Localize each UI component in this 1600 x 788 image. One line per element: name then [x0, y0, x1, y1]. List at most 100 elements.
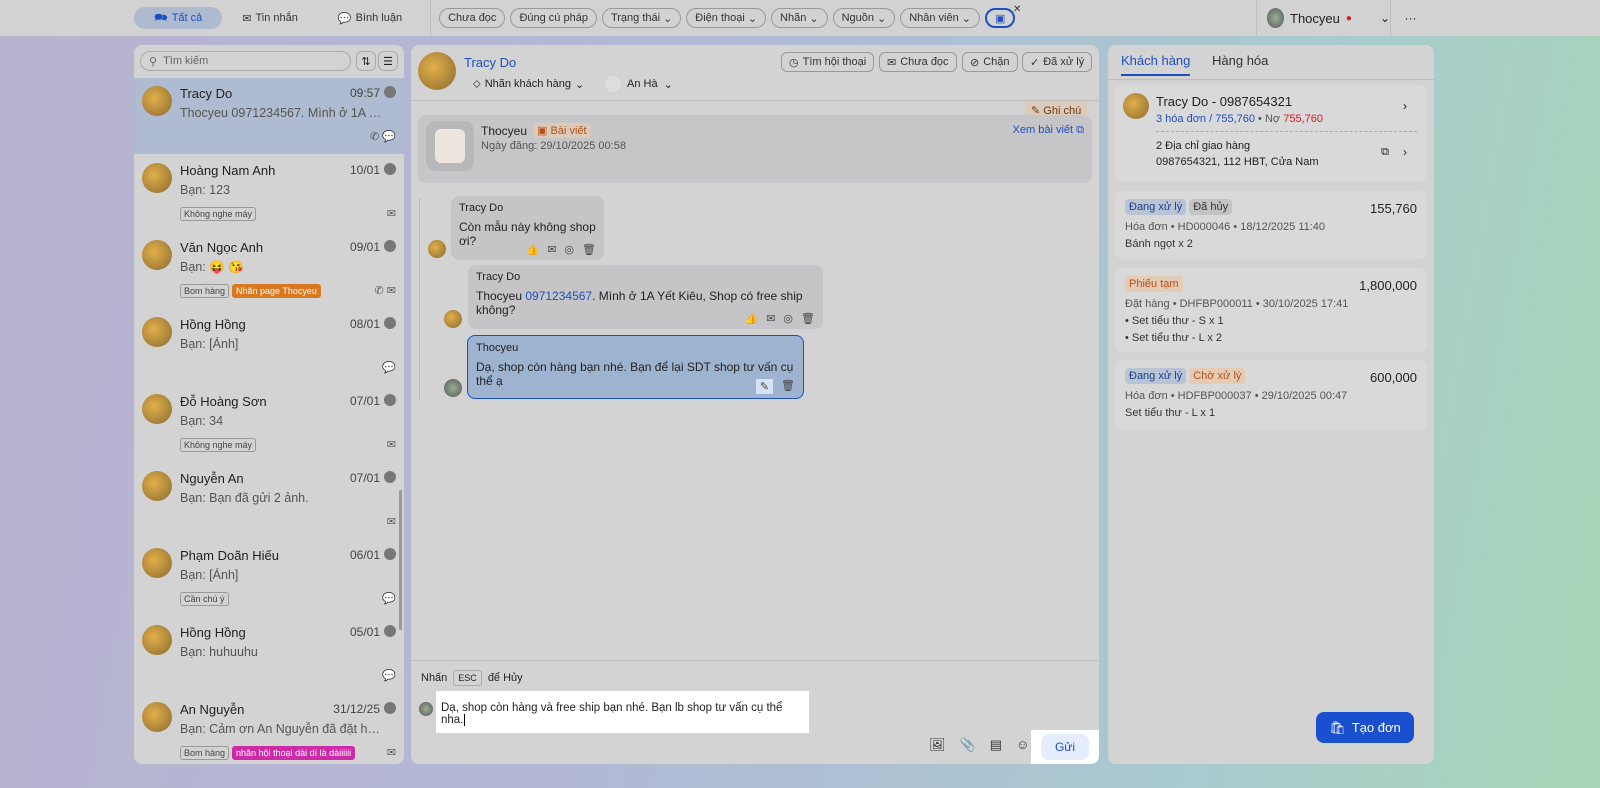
- conversation-item[interactable]: Phạm Doãn Hiếu 06/01 Bạn: [Ảnh] Cần chú …: [134, 540, 404, 616]
- tab-messages[interactable]: ✉ Tin nhắn: [222, 7, 318, 29]
- chevron-down-icon: ⌄: [574, 79, 585, 91]
- template-icon[interactable]: ▤: [990, 737, 1002, 753]
- mail-icon[interactable]: ✉: [547, 243, 556, 256]
- scrollbar[interactable]: [399, 490, 402, 630]
- avatar: [142, 163, 172, 193]
- image-icon[interactable]: 🖼: [929, 737, 946, 753]
- edit-icon[interactable]: ✎: [755, 379, 774, 394]
- copy-icon[interactable]: ⧉: [1381, 146, 1389, 159]
- channel-icon: ✆ 💬: [370, 131, 396, 143]
- conversation-item[interactable]: An Nguyễn 31/12/25 Bạn: Cảm ơn An Nguyễn…: [134, 694, 404, 764]
- calendar-icon: ▣: [994, 12, 1006, 25]
- divider: [411, 660, 1099, 661]
- filter-label[interactable]: Nhãn ⌄: [771, 8, 828, 28]
- assignee-select[interactable]: An Hà ⌄: [605, 76, 673, 92]
- edit-hint: Nhấn ESC để Hủy: [421, 670, 523, 686]
- order-card[interactable]: Đang xử lý Đã hủy 155,760 Hóa đơn • HD000…: [1115, 191, 1427, 259]
- chat-contact-name[interactable]: Tracy Do: [464, 55, 516, 70]
- conversation-item[interactable]: Văn Ngọc Anh 09/01 Bạn: 😝 😘 Bom hàng Nhãn…: [134, 232, 404, 308]
- mark-unread-button[interactable]: ✉ Chưa đọc: [879, 52, 957, 72]
- post-type-badge: ▣ Bài viết: [533, 123, 591, 138]
- search-conversation-button[interactable]: ◷ Tìm hội thoại: [781, 52, 875, 72]
- emoji-icon[interactable]: ☺: [1016, 737, 1029, 753]
- chevron-right-icon[interactable]: ›: [1403, 99, 1407, 113]
- page-avatar: [384, 702, 396, 714]
- avatar: [428, 240, 446, 258]
- more-button[interactable]: ···: [1390, 0, 1430, 36]
- chevron-down-icon: ⌄: [876, 12, 887, 25]
- conversation-item[interactable]: Hồng Hồng 08/01 Bạn: [Ảnh] 💬: [134, 309, 404, 385]
- phone-link[interactable]: 0971234567: [525, 289, 592, 303]
- attachment-icon[interactable]: 📎: [960, 737, 976, 753]
- filter-status[interactable]: Trạng thái ⌄: [601, 8, 682, 28]
- page-avatar: [384, 625, 396, 637]
- filter-unread[interactable]: Chưa đọc: [439, 8, 506, 28]
- mail-icon[interactable]: ✉: [766, 312, 775, 325]
- external-link-icon: ⧉: [1076, 124, 1084, 136]
- order-amount: 1,800,000: [1359, 278, 1417, 293]
- order-meta: Đặt hàng • DHFBP000011 • 30/10/2025 17:4…: [1125, 298, 1349, 310]
- send-button[interactable]: Gửi: [1040, 734, 1090, 760]
- like-icon[interactable]: 👍: [745, 312, 759, 325]
- message-input[interactable]: Dạ, shop còn hàng và free ship bạn nhé. …: [436, 691, 809, 733]
- resolved-button[interactable]: ✓ Đã xử lý: [1022, 52, 1093, 72]
- label-tag: nhãn hội thoại dài dí là dàiiiiii: [232, 746, 356, 760]
- post-date: Ngày đăng: 29/10/2025 00:58: [481, 140, 626, 152]
- conversation-item[interactable]: Hồng Hồng 05/01 Bạn: huhuuhu 💬: [134, 617, 404, 693]
- avatar: [142, 240, 172, 270]
- order-meta: Hóa đơn • HDFBP000037 • 29/10/2025 00:47: [1125, 390, 1348, 402]
- order-card[interactable]: Phiếu tạm 1,800,000 Đặt hàng • DHFBP0000…: [1115, 268, 1427, 352]
- tab-all[interactable]: 🗪 Tất cả: [134, 7, 223, 29]
- search-input[interactable]: ⚲ Tìm kiếm: [140, 51, 351, 71]
- filter-phone[interactable]: Điện thoại ⌄: [686, 8, 767, 28]
- create-order-button[interactable]: 🛍 Tạo đơn: [1316, 712, 1414, 743]
- label-select[interactable]: ⬦ Nhãn khách hàng ⌄: [473, 78, 584, 91]
- conversation-item[interactable]: Nguyễn An 07/01 Bạn: Bạn đã gửi 2 ảnh. ✉: [134, 463, 404, 539]
- sort-button[interactable]: ⇅: [356, 51, 376, 71]
- hide-icon[interactable]: ◎: [564, 243, 574, 256]
- chevron-down-icon: ⌄: [961, 12, 971, 25]
- list-icon: ☰: [383, 55, 393, 68]
- date-filter-button[interactable]: ▣ ✕: [984, 4, 1021, 28]
- conversation-item[interactable]: Tracy Do 09:57 Thocyeu 0971234567. Mình …: [134, 78, 404, 154]
- avatar: [605, 76, 621, 92]
- order-card[interactable]: Đang xử lý Chờ xử lý 600,000 Hóa đơn • HD…: [1115, 360, 1427, 430]
- like-icon[interactable]: 👍: [526, 243, 540, 256]
- close-icon[interactable]: ✕: [1013, 4, 1021, 15]
- status-badge: Đang xử lý: [1125, 199, 1187, 215]
- channel-icon: ✉: [386, 747, 396, 759]
- hide-icon[interactable]: ◎: [783, 312, 793, 325]
- customer-name[interactable]: Tracy Do - 0987654321: [1156, 94, 1292, 109]
- invoice-count[interactable]: 3 hóa đơn: [1156, 113, 1206, 125]
- filter-list-button[interactable]: ☰: [378, 51, 398, 71]
- order-item: • Set tiểu thư - L x 2: [1125, 332, 1223, 344]
- conversation-item[interactable]: Hoàng Nam Anh 10/01 Bạn: 123 Không nghe …: [134, 155, 404, 231]
- chat-panel: Tracy Do ⬦ Nhãn khách hàng ⌄ An Hà ⌄ ◷ Tìm h…: [411, 45, 1099, 764]
- tab-comments[interactable]: 💬 Bình luận: [318, 7, 422, 29]
- chevron-right-icon[interactable]: ›: [1403, 145, 1407, 159]
- trash-icon[interactable]: 🗑: [801, 312, 815, 325]
- channel-icon: ✉: [386, 439, 396, 451]
- history-icon: ◷: [789, 56, 799, 69]
- page-avatar: [384, 240, 396, 252]
- tab-customer[interactable]: Khách hàng: [1121, 53, 1191, 76]
- block-icon: ⊘: [970, 56, 980, 69]
- top-bar: 🗪 Tất cả ✉ Tin nhắn 💬 Bình luận Chưa đọc Đú…: [0, 0, 1600, 36]
- tab-products[interactable]: Hàng hóa: [1212, 53, 1268, 68]
- conversation-item[interactable]: Đỗ Hoàng Sơn 07/01 Bạn: 34 Không nghe má…: [134, 386, 404, 462]
- trash-icon[interactable]: 🗑: [781, 379, 795, 394]
- status-dot: ●: [1345, 12, 1352, 24]
- channel-icon: 💬: [382, 362, 396, 374]
- trash-icon[interactable]: 🗑: [582, 243, 596, 256]
- filter-syntax[interactable]: Đúng cú pháp: [510, 8, 597, 28]
- status-badge: Đã hủy: [1189, 199, 1233, 215]
- page-avatar: [384, 471, 396, 483]
- channel-icon: ✆ ✉: [374, 285, 397, 297]
- filter-staff[interactable]: Nhân viên ⌄: [900, 8, 980, 28]
- view-post-link[interactable]: Xem bài viết ⧉: [1013, 124, 1084, 137]
- avatar: [142, 702, 172, 732]
- chevron-down-icon: ⌄: [747, 12, 758, 25]
- block-button[interactable]: ⊘ Chặn: [962, 52, 1018, 72]
- user-menu[interactable]: Thocyeu ● ⌄: [1256, 0, 1390, 36]
- filter-source[interactable]: Nguồn ⌄: [832, 8, 896, 28]
